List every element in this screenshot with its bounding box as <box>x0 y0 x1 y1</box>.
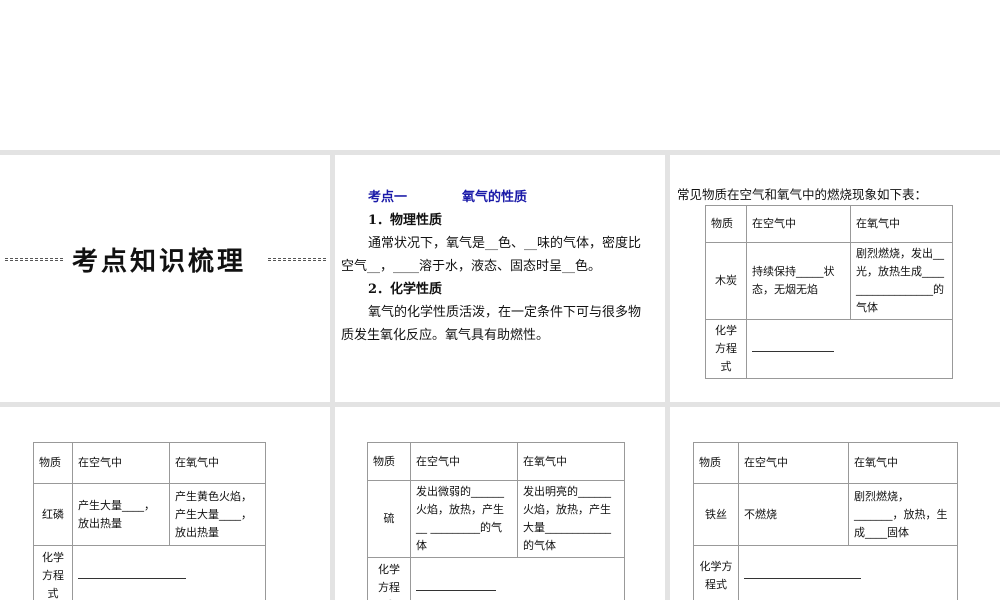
slide-charcoal[interactable]: 常见物质在空气和氧气中的燃烧现象如下表： 物质 在空气中 在氧气中 木炭 持续保持__… <box>670 155 1000 402</box>
topic-title: 氧气的性质 <box>462 190 528 205</box>
slide-title[interactable]: 考点知识梳理 <box>0 155 330 402</box>
combustion-table: 物质 在空气中 在氧气中 硫发出微弱的______火焰，放热，产生__ ______… <box>367 442 625 600</box>
header-substance: 物质 <box>705 205 747 243</box>
paragraph-line: 氧气的化学性质活泼，在一定条件下可与很多物 <box>368 305 642 320</box>
air-observation: 不燃烧 <box>738 483 849 546</box>
equation-blank <box>72 545 266 600</box>
paragraph-line: 空气__，____溶于水，液态、固态时呈__色。 <box>341 259 602 274</box>
oxygen-observation: 产生黄色火焰，产生大量____，放出热量 <box>169 483 266 546</box>
header-substance: 物质 <box>367 442 411 481</box>
header-oxygen: 在氧气中 <box>169 442 266 484</box>
slide-red-phosphorus[interactable]: 物质 在空气中 在氧气中 红磷 产生大量____，放出热量 产生黄色火焰，产生大量___… <box>0 407 330 600</box>
header-air: 在空气中 <box>410 442 518 481</box>
substance-name: 硫 <box>367 480 411 558</box>
air-observation: 发出微弱的______火焰，放热，产生__ _________的气体 <box>410 480 518 558</box>
slide-title-text: 考点知识梳理 <box>72 247 247 277</box>
header-air: 在空气中 <box>72 442 170 484</box>
header-substance: 物质 <box>693 442 739 484</box>
combustion-table: 物质 在空气中 在氧气中 木炭 持续保持_____状态，无烟无焰 剧烈燃烧，发出__光，… <box>705 205 953 379</box>
section-chemical: 2．化学性质 <box>368 282 443 297</box>
header-oxygen: 在氧气中 <box>517 442 625 481</box>
slide-oxygen-properties[interactable]: 考点一 氧气的性质 1．物理性质 通常状况下，氧气是__色、__味的气体，密度比… <box>335 155 665 402</box>
header-oxygen: 在氧气中 <box>848 442 958 484</box>
header-equation: 化学方程式 <box>33 545 73 600</box>
air-observation: 产生大量____，放出热量 <box>72 483 170 546</box>
paragraph-line: 通常状况下，氧气是__色、__味的气体，密度比 <box>368 236 642 251</box>
header-equation: 化学方程式 <box>705 319 747 379</box>
header-oxygen: 在氧气中 <box>850 205 953 243</box>
header-substance: 物质 <box>33 442 73 484</box>
substance-name: 铁丝 <box>693 483 739 546</box>
section-physical: 1．物理性质 <box>368 213 443 228</box>
intro-text: 常见物质在空气和氧气中的燃烧现象如下表： <box>677 187 928 202</box>
header-air: 在空气中 <box>738 442 849 484</box>
air-observation: 持续保持_____状态，无烟无焰 <box>746 242 851 320</box>
oxygen-observation: 发出明亮的______火焰，放热，产生大量____________的气体 <box>517 480 625 558</box>
header-equation: 化学方程式 <box>693 545 739 600</box>
substance-name: 红磷 <box>33 483 73 546</box>
decor-dash-right <box>268 258 326 261</box>
equation-blank <box>410 557 625 600</box>
decor-dash-left <box>5 258 63 261</box>
topic-label: 考点一 <box>368 190 408 205</box>
oxygen-observation: 剧烈燃烧，发出__光，放热生成____ ______________的气体 <box>850 242 953 320</box>
substance-name: 木炭 <box>705 242 747 320</box>
header-equation: 化学方程式 <box>367 557 411 600</box>
combustion-table: 物质 在空气中 在氧气中 铁丝 不燃烧 剧烈燃烧，_______，放热，生成____固体… <box>693 442 958 600</box>
paragraph-line: 质发生氧化反应。氧气具有助燃性。 <box>341 328 550 343</box>
slide-sulfur[interactable]: 物质 在空气中 在氧气中 硫发出微弱的______火焰，放热，产生__ ______… <box>335 407 665 600</box>
equation-blank <box>746 319 953 379</box>
header-air: 在空气中 <box>746 205 851 243</box>
oxygen-observation: 剧烈燃烧，_______，放热，生成____固体 <box>848 483 958 546</box>
combustion-table: 物质 在空气中 在氧气中 红磷 产生大量____，放出热量 产生黄色火焰，产生大量___… <box>33 442 266 600</box>
equation-blank <box>738 545 958 600</box>
slide-iron-wire[interactable]: 物质 在空气中 在氧气中 铁丝 不燃烧 剧烈燃烧，_______，放热，生成____固体… <box>670 407 1000 600</box>
